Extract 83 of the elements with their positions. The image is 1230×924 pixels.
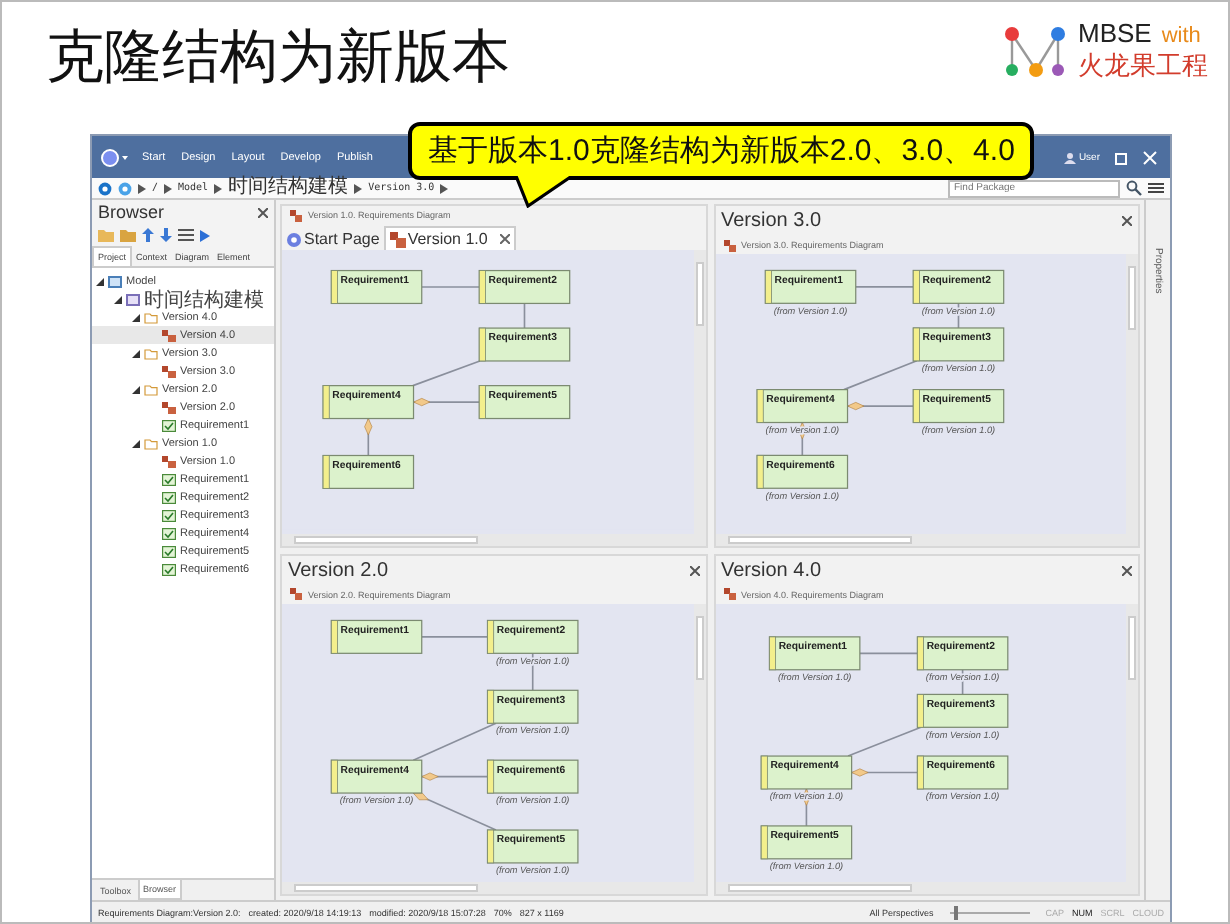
panel-title: Version 2.0 xyxy=(288,559,389,582)
package-icon xyxy=(126,293,140,305)
requirement-icon xyxy=(162,473,176,485)
diagram-icon xyxy=(290,209,302,221)
connector xyxy=(364,417,373,457)
diagram-icon xyxy=(162,455,176,467)
connector xyxy=(523,302,526,329)
connector xyxy=(845,402,914,411)
slide-title: 克隆结构为新版本 xyxy=(46,24,510,94)
tree-item[interactable]: 时间结构建模 xyxy=(92,290,274,308)
logo-text: with xyxy=(1161,24,1201,48)
connector xyxy=(420,635,489,638)
logo-text: MBSE xyxy=(1078,18,1152,48)
connector xyxy=(846,725,921,757)
close-icon[interactable] xyxy=(258,207,268,217)
connector xyxy=(849,767,918,776)
close-icon[interactable] xyxy=(689,565,699,576)
panel-title: Version 4.0 xyxy=(721,559,822,582)
diagram-icon xyxy=(389,231,406,247)
connector xyxy=(842,360,917,391)
document-tab[interactable]: Version 1.0 xyxy=(383,226,516,250)
requirement-icon xyxy=(162,419,176,431)
expand-arrow-icon[interactable] xyxy=(132,385,140,393)
app-menu-icon[interactable] xyxy=(100,147,132,167)
diagram-icon xyxy=(290,588,302,601)
connector xyxy=(853,286,914,288)
folder-icon xyxy=(144,437,158,449)
requirement-icon xyxy=(162,563,176,575)
breadcrumb-item[interactable]: 时间结构建模 xyxy=(228,178,349,198)
requirement-icon xyxy=(162,527,176,539)
logo-text: 火龙果工程 xyxy=(1078,48,1208,84)
person-icon xyxy=(1064,151,1077,163)
requirement-icon xyxy=(162,545,176,557)
close-icon[interactable] xyxy=(1122,216,1132,226)
scrollbar[interactable] xyxy=(715,882,1138,895)
network-icon xyxy=(1002,21,1070,81)
scrollbar[interactable] xyxy=(1126,254,1138,534)
connector xyxy=(858,651,918,654)
chevron-icon xyxy=(164,183,173,193)
connector xyxy=(412,398,481,407)
folder-icon xyxy=(144,383,158,395)
connector xyxy=(956,302,959,329)
requirement-icon xyxy=(162,509,176,521)
arrow-up-icon[interactable] xyxy=(142,228,154,242)
scrollbar[interactable] xyxy=(693,603,705,883)
diagram-icon xyxy=(723,588,735,601)
diagram-icon xyxy=(162,365,176,377)
connector xyxy=(420,286,481,288)
scrollbar[interactable] xyxy=(693,250,705,534)
requirement-icon xyxy=(162,491,176,503)
expand-arrow-icon[interactable] xyxy=(132,313,140,321)
chevron-icon xyxy=(214,183,223,193)
document-tab[interactable]: Start Page xyxy=(282,228,384,250)
connector xyxy=(412,360,481,387)
panel-title: Version 3.0 xyxy=(721,210,822,232)
search-icon[interactable] xyxy=(1126,180,1142,196)
close-icon[interactable] xyxy=(499,234,510,244)
restore-icon[interactable] xyxy=(1114,149,1130,165)
connector xyxy=(531,651,534,691)
expand-arrow-icon[interactable] xyxy=(132,439,140,447)
connector xyxy=(412,791,497,831)
expand-arrow-icon[interactable] xyxy=(114,295,122,303)
scrollbar[interactable] xyxy=(1126,603,1138,883)
diagram-icon xyxy=(162,401,176,413)
expand-arrow-icon[interactable] xyxy=(96,277,104,285)
panel-title: Browser xyxy=(98,202,165,222)
chevron-icon xyxy=(138,183,146,193)
connector xyxy=(420,772,489,781)
play-icon[interactable] xyxy=(200,229,210,241)
menu-icon[interactable] xyxy=(1148,180,1164,196)
connector xyxy=(412,721,497,761)
connector xyxy=(960,668,963,695)
scrollbar[interactable] xyxy=(282,882,705,895)
expand-arrow-icon[interactable] xyxy=(132,349,140,357)
arrow-down-icon[interactable] xyxy=(160,228,172,242)
model-icon xyxy=(108,275,122,287)
close-icon[interactable] xyxy=(1122,565,1132,576)
diagram-icon xyxy=(162,329,176,341)
chevron-icon xyxy=(354,183,363,193)
chevron-icon xyxy=(440,183,449,193)
diagram-icon xyxy=(723,239,735,251)
list-icon[interactable] xyxy=(178,228,194,242)
start-page-icon xyxy=(286,231,302,247)
